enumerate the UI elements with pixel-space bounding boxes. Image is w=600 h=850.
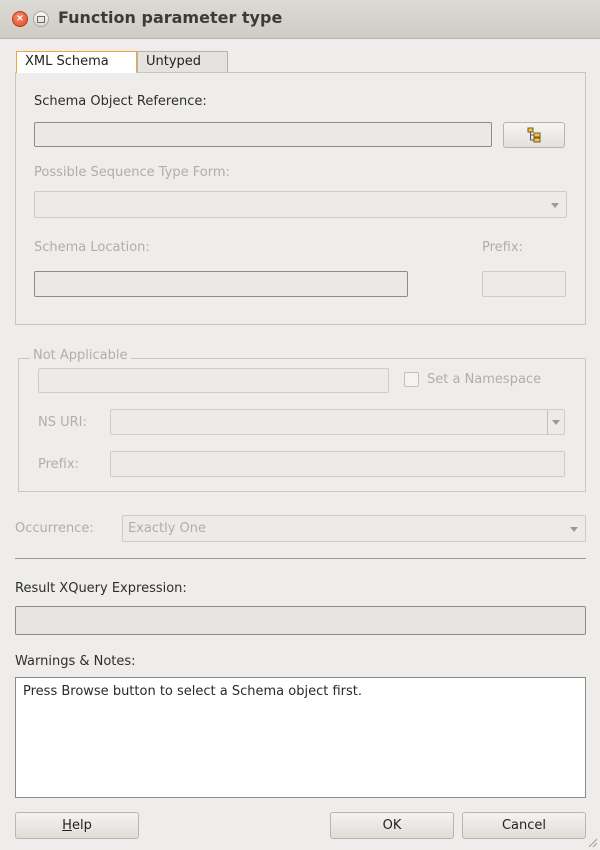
- sequence-type-form-combo[interactable]: [34, 191, 567, 218]
- close-window-button[interactable]: ×: [12, 11, 28, 27]
- chevron-down-icon: [552, 420, 560, 425]
- resize-grip-icon[interactable]: [586, 836, 598, 848]
- tab-xml-schema[interactable]: XML Schema: [16, 51, 137, 73]
- schema-prefix-field[interactable]: [482, 271, 566, 297]
- cancel-button[interactable]: Cancel: [462, 812, 586, 839]
- tree-hierarchy-icon: [527, 127, 541, 143]
- occurrence-combo[interactable]: Exactly One: [122, 515, 586, 542]
- ns-uri-dropdown-button[interactable]: [547, 410, 564, 434]
- occurrence-value: Exactly One: [128, 521, 207, 536]
- help-label: elp: [71, 818, 92, 833]
- ok-button[interactable]: OK: [330, 812, 454, 839]
- set-namespace-label: Set a Namespace: [427, 372, 542, 387]
- schema-prefix-label: Prefix:: [482, 240, 523, 255]
- sequence-type-form-label: Possible Sequence Type Form:: [34, 165, 230, 180]
- help-mnemonic: H: [62, 818, 72, 833]
- tab-untyped[interactable]: Untyped: [137, 51, 228, 72]
- maximize-window-button[interactable]: [33, 11, 49, 27]
- ns-uri-combo[interactable]: [110, 409, 565, 435]
- schema-object-reference-field[interactable]: [34, 122, 492, 147]
- maximize-icon: [37, 15, 45, 23]
- schema-object-reference-label: Schema Object Reference:: [34, 94, 207, 109]
- chevron-down-icon: [570, 526, 578, 532]
- title-bar: × Function parameter type: [0, 0, 600, 39]
- namespace-field[interactable]: [38, 368, 389, 393]
- warnings-text: Press Browse button to select a Schema o…: [23, 684, 362, 699]
- help-button[interactable]: Help: [15, 812, 139, 839]
- result-expression-label: Result XQuery Expression:: [15, 581, 187, 596]
- namespace-group-label: Not Applicable: [30, 348, 131, 363]
- chevron-down-icon: [551, 202, 559, 208]
- window-title: Function parameter type: [58, 8, 283, 27]
- schema-location-label: Schema Location:: [34, 240, 150, 255]
- browse-button[interactable]: [503, 122, 565, 148]
- occurrence-label: Occurrence:: [15, 521, 94, 536]
- result-expression-field[interactable]: [15, 606, 586, 635]
- set-namespace-checkbox[interactable]: [404, 372, 419, 387]
- close-icon: ×: [15, 13, 25, 24]
- namespace-prefix-field[interactable]: [110, 451, 565, 477]
- namespace-prefix-label: Prefix:: [38, 457, 79, 472]
- warnings-notes-area[interactable]: Press Browse button to select a Schema o…: [15, 677, 586, 798]
- schema-location-field[interactable]: [34, 271, 408, 297]
- ns-uri-label: NS URI:: [38, 415, 87, 430]
- separator: [15, 558, 586, 559]
- warnings-label: Warnings & Notes:: [15, 654, 136, 669]
